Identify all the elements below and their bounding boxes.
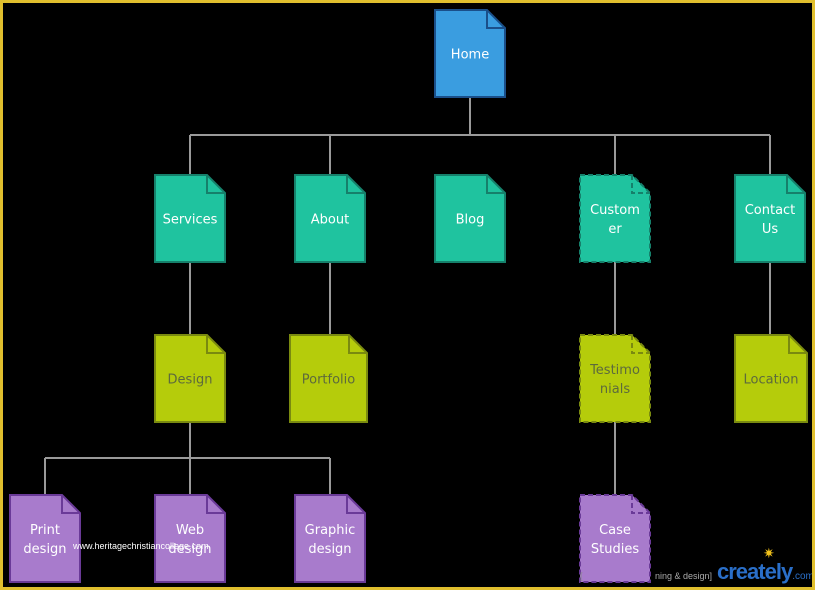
node-label: Home [451, 48, 489, 63]
document-shape [9, 494, 81, 583]
node-print[interactable]: Print design [9, 494, 81, 583]
node-location[interactable]: Location [734, 334, 808, 423]
node-graphic[interactable]: Graphic design [294, 494, 366, 583]
node-label: Contact [745, 203, 796, 218]
sitemap-diagram: Home Services About Blog Custom er Contact Us De… [0, 0, 815, 590]
document-shape [294, 494, 366, 583]
node-testimonials[interactable]: Testimo nials [579, 334, 651, 423]
node-label: Studies [591, 542, 639, 557]
node-label: Design [168, 373, 213, 388]
node-label: Custom [590, 203, 640, 218]
document-shape [579, 174, 651, 263]
document-shape [154, 494, 226, 583]
node-label: Location [744, 373, 799, 388]
watermark-bracket: [ [580, 571, 583, 581]
node-portfolio[interactable]: Portfolio [289, 334, 368, 423]
node-about[interactable]: About [294, 174, 366, 263]
node-blog[interactable]: Blog [434, 174, 506, 263]
node-label: Services [163, 213, 218, 228]
watermark-site: www.heritagechristiancollege.com [73, 541, 209, 551]
creately-logo-suffix: .com [792, 571, 814, 582]
node-label: Testimo [589, 363, 640, 378]
node-home[interactable]: Home [434, 9, 506, 98]
node-label: er [608, 222, 622, 237]
node-contact[interactable]: Contact Us [734, 174, 806, 263]
node-label: Print [30, 523, 60, 538]
node-label: design [308, 542, 351, 557]
document-shape [579, 494, 651, 583]
creately-logo-text: creately [717, 559, 793, 584]
node-label: About [311, 213, 349, 228]
node-label: Us [762, 222, 779, 237]
watermark-caption: ning & design] [655, 571, 713, 581]
node-web[interactable]: Webdesign [154, 494, 226, 583]
node-label: design [23, 542, 66, 557]
node-label: Case [599, 523, 631, 538]
connectors [44, 97, 771, 495]
node-label: Web [176, 523, 204, 538]
node-design[interactable]: Design [154, 334, 226, 423]
node-label: Blog [456, 213, 485, 228]
lightbulb-icon: ✷ [763, 545, 775, 561]
node-label: Graphic [305, 523, 356, 538]
creately-logo: ✷ creately.com [717, 545, 814, 585]
node-services[interactable]: Services [154, 174, 226, 263]
document-shape [579, 334, 651, 423]
node-label: Portfolio [302, 373, 356, 388]
document-shape [734, 174, 806, 263]
node-label: nials [600, 382, 630, 397]
node-customer[interactable]: Custom er [579, 174, 651, 263]
node-case[interactable]: Case Studies [579, 494, 651, 583]
diagram-canvas: Home Services About Blog Custom er Contact Us De… [9, 9, 808, 583]
